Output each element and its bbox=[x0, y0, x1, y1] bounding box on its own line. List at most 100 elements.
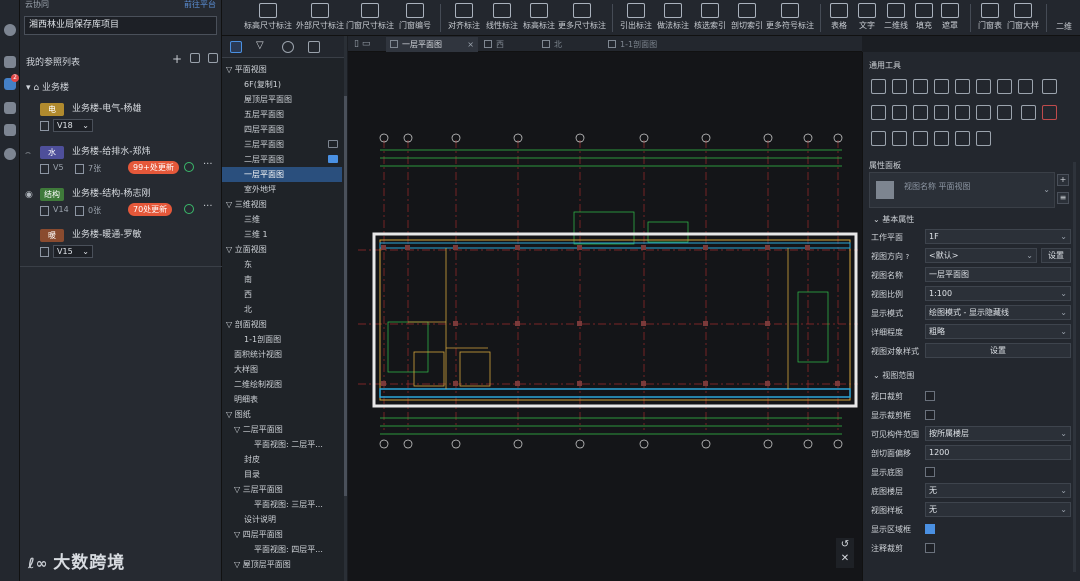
ref-item[interactable]: ⌢ 水 业务楼-给排水-郑炜 V5 7张 99+处更新 ··· bbox=[20, 145, 222, 185]
add-icon[interactable]: + bbox=[172, 53, 182, 65]
go-platform-link[interactable]: 前往平台 bbox=[184, 0, 216, 10]
annot-crop-checkbox[interactable] bbox=[925, 543, 935, 553]
tree-item[interactable]: 南 bbox=[222, 272, 342, 287]
link-icon[interactable] bbox=[190, 53, 200, 63]
cube-icon[interactable] bbox=[308, 41, 320, 53]
tree-root[interactable]: ▾ ⌂ 业务楼 bbox=[26, 80, 69, 93]
browser-scrollbar[interactable] bbox=[344, 36, 347, 581]
tree-item[interactable]: 二维绘制视图 bbox=[222, 377, 342, 392]
more-icon[interactable]: ··· bbox=[203, 159, 213, 170]
toolbar-button[interactable]: 文字 bbox=[854, 0, 880, 36]
view-direction-set-button[interactable]: 设置 bbox=[1041, 248, 1071, 263]
ref-item[interactable]: ◉ 结构 业务楼-结构-杨志刚 V14 0张 70处更新 ··· bbox=[20, 187, 222, 227]
tree-item[interactable]: ▽ 剖面视图 bbox=[222, 317, 342, 332]
tree-item[interactable]: 大样图 bbox=[222, 362, 342, 377]
view-name-input[interactable]: 一层平面图 bbox=[925, 267, 1071, 282]
view-tab-icon[interactable] bbox=[230, 41, 242, 53]
tree-item[interactable]: 室外地坪 bbox=[222, 182, 342, 197]
tree-item[interactable]: ▽ 图纸 bbox=[222, 407, 342, 422]
toolbar-button[interactable]: 二维 bbox=[1052, 0, 1076, 36]
delete-icon[interactable] bbox=[1041, 105, 1057, 120]
view-toggle-icon[interactable] bbox=[328, 155, 338, 163]
tree-item[interactable]: ▽ 屋顶层平面图 bbox=[222, 557, 342, 572]
range-group-header[interactable]: ⌄ 视图范围 bbox=[873, 370, 914, 381]
visible-range-select[interactable]: 按所属楼层 ⌄ bbox=[925, 426, 1071, 441]
add-icon[interactable]: + bbox=[1057, 174, 1069, 186]
tab-menu-icon[interactable]: ▯ ▭ bbox=[354, 39, 370, 49]
close-icon[interactable]: ✕ bbox=[836, 552, 854, 566]
tab-first-floor[interactable]: 一层平面图 × bbox=[386, 37, 478, 52]
list-icon[interactable] bbox=[4, 124, 16, 136]
match-icon[interactable] bbox=[997, 105, 1012, 120]
tree-item[interactable]: 平面视图: 三层平... bbox=[222, 497, 342, 512]
copy-icon[interactable] bbox=[892, 79, 907, 94]
toolbar-button[interactable]: 核选索引 bbox=[692, 0, 728, 36]
view-template-select[interactable]: 无 ⌄ bbox=[925, 502, 1071, 517]
tree-item[interactable]: ▽ 三维视图 bbox=[222, 197, 342, 212]
align-icon[interactable] bbox=[934, 79, 949, 94]
version-select[interactable]: V18 ⌄ bbox=[53, 119, 93, 132]
base-floor-select[interactable]: 无 ⌄ bbox=[925, 483, 1071, 498]
sync-icon[interactable] bbox=[184, 204, 194, 214]
rotate-icon[interactable] bbox=[913, 79, 928, 94]
toolbar-button[interactable]: 对齐标注 bbox=[446, 0, 482, 36]
tree-item[interactable]: 三维 1 bbox=[222, 227, 342, 242]
cut-offset-input[interactable]: 1200 bbox=[925, 445, 1071, 460]
tree-item[interactable]: 三层平面图 bbox=[222, 137, 342, 152]
toolbar-button[interactable]: 二维线 bbox=[882, 0, 910, 36]
version-select[interactable]: V15 ⌄ bbox=[53, 245, 93, 258]
tree-item[interactable]: 二层平面图 bbox=[222, 152, 342, 167]
toolbar-button[interactable]: 门窗编号 bbox=[396, 0, 434, 36]
pin-icon[interactable] bbox=[934, 105, 949, 120]
properties-scrollbar[interactable] bbox=[1073, 162, 1076, 572]
document-icon[interactable] bbox=[4, 102, 16, 114]
move-icon[interactable] bbox=[871, 79, 886, 94]
tree-item[interactable]: 封皮 bbox=[222, 452, 342, 467]
mirror-icon[interactable] bbox=[976, 79, 991, 94]
toolbar-button[interactable]: 标高标注 bbox=[522, 0, 556, 36]
toolbar-button[interactable]: 表格 bbox=[826, 0, 852, 36]
tree-item[interactable]: 设计说明 bbox=[222, 512, 342, 527]
edit-type-icon[interactable]: ≡ bbox=[1057, 192, 1069, 204]
sync-icon[interactable] bbox=[184, 162, 194, 172]
detail-level-select[interactable]: 粗略 ⌄ bbox=[925, 324, 1071, 339]
object-style-button[interactable]: 设置 bbox=[925, 343, 1071, 358]
region-checkbox[interactable] bbox=[925, 524, 935, 534]
globe-icon[interactable] bbox=[4, 24, 16, 36]
help-icon[interactable]: ? bbox=[906, 253, 910, 261]
select-icon[interactable] bbox=[913, 131, 928, 146]
ref-item[interactable]: 电 业务楼-电气-杨雄 V18 ⌄ bbox=[20, 102, 222, 142]
display-mode-select[interactable]: 绘图模式 - 显示隐藏线 ⌄ bbox=[925, 305, 1071, 320]
offset-icon[interactable] bbox=[955, 79, 970, 94]
tree-item[interactable]: 1-1剖面图 bbox=[222, 332, 342, 347]
cube-icon[interactable] bbox=[4, 56, 16, 68]
array-icon[interactable] bbox=[997, 79, 1012, 94]
crop-show-checkbox[interactable] bbox=[925, 410, 935, 420]
group-icon[interactable] bbox=[955, 105, 970, 120]
toolbar-button[interactable]: 剖切索引 bbox=[730, 0, 764, 36]
crop-checkbox[interactable] bbox=[925, 391, 935, 401]
update-badge[interactable]: 70处更新 bbox=[128, 203, 173, 216]
extend-icon[interactable] bbox=[871, 105, 886, 120]
tree-item[interactable]: 东 bbox=[222, 257, 342, 272]
eye-off-icon[interactable]: ⌢ bbox=[25, 148, 31, 158]
project-name-field[interactable]: 湘西林业局保存库项目 bbox=[24, 16, 217, 35]
isolate-icon[interactable] bbox=[955, 131, 970, 146]
tree-item[interactable]: ▽ 二层平面图 bbox=[222, 422, 342, 437]
undo-icon[interactable]: ↺ bbox=[836, 538, 854, 552]
tree-item[interactable]: 6F(复制1) bbox=[222, 77, 342, 92]
toolbar-button[interactable]: 线性标注 bbox=[484, 0, 520, 36]
toolbar-button[interactable]: 更多符号标注 bbox=[766, 0, 814, 36]
toolbar-button[interactable]: 外部尺寸标注 bbox=[296, 0, 344, 36]
tree-item[interactable]: 平面视图: 四层平... bbox=[222, 542, 342, 557]
ref-item[interactable]: 暖 业务楼-暖通-罗敏 V15 ⌄ bbox=[20, 228, 222, 268]
tree-item[interactable]: 目录 bbox=[222, 467, 342, 482]
drawing-canvas[interactable]: ↺ ✕ bbox=[348, 52, 862, 581]
tree-item[interactable]: ▽ 四层平面图 bbox=[222, 527, 342, 542]
scroll-thumb[interactable] bbox=[344, 96, 347, 496]
toolbar-button[interactable]: 标高尺寸标注 bbox=[242, 0, 294, 36]
more-icon[interactable]: ··· bbox=[203, 201, 213, 212]
scale-select[interactable]: 1:100 ⌄ bbox=[925, 286, 1071, 301]
eye-icon[interactable]: ◉ bbox=[25, 190, 33, 200]
work-plane-select[interactable]: 1F ⌄ bbox=[925, 229, 1071, 244]
